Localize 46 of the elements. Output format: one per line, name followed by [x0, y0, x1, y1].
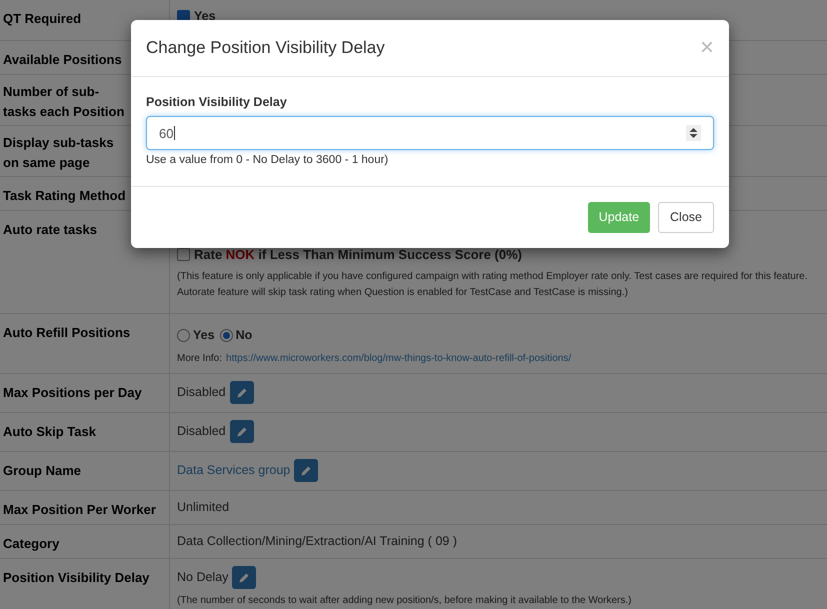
info-link[interactable]: https://www.microworkers.com/blog/mw-things-to-know-auto-refill-of-positions/	[226, 350, 572, 366]
row-value: Disabled	[177, 423, 226, 440]
pencil-icon	[238, 572, 250, 584]
row-value: Data Collection/Mining/Extraction/AI Training ( 09 )	[177, 533, 457, 550]
dialog-title: Change Position Visibility Delay	[146, 37, 385, 59]
field-label: Position Visibility Delay	[146, 94, 288, 111]
row-label: Category	[3, 536, 60, 551]
radio-label: Yes	[193, 327, 215, 344]
radio-button[interactable]	[220, 328, 233, 342]
row-value: Disabled	[177, 384, 226, 402]
row-label: Auto Skip Task	[3, 424, 96, 439]
close-button[interactable]: ×	[700, 36, 714, 60]
pencil-icon	[300, 464, 312, 476]
row-label: Group Name	[3, 463, 82, 478]
row-label: Available Positions	[3, 51, 122, 69]
row-label: Auto Refill Positions	[3, 325, 130, 340]
row-label: Max Position Per Worker	[3, 502, 156, 517]
more-info-label: More Info:	[177, 352, 222, 366]
checkbox-label: Rate NOK if Less Than Minimum Success Score (0%)	[194, 246, 522, 264]
checkbox-label: Yes	[194, 8, 216, 25]
update-button[interactable]: Update	[588, 202, 650, 232]
edit-button[interactable]	[230, 381, 254, 404]
note-text: (This feature is only applicable if you have configured campaign with rating method Employer rate only. Test cases are required for this feature. Autorate feature will skip task rating when Question is enabled for TestCase and TestCase is missing.)	[177, 270, 809, 300]
edit-button[interactable]	[230, 420, 254, 443]
edit-button[interactable]	[232, 566, 256, 589]
checkbox[interactable]	[177, 248, 190, 262]
pencil-icon	[236, 386, 248, 398]
row-label: Auto rate tasks	[3, 221, 97, 239]
radio-button[interactable]	[177, 328, 190, 342]
row-value: Unlimited	[177, 499, 230, 516]
row-label: Number of sub-tasks each Position	[3, 83, 126, 120]
row-label: Task Rating Method	[3, 187, 126, 205]
row-value: No Delay	[177, 569, 228, 586]
number-field[interactable]: 60	[146, 116, 714, 150]
spinner-icon[interactable]	[686, 125, 701, 142]
row-label: Max Positions per Day	[3, 385, 142, 400]
pencil-icon	[236, 426, 248, 438]
radio-label: No	[236, 327, 252, 344]
row-label: Position Visibility Delay	[3, 570, 150, 585]
edit-button[interactable]	[294, 459, 318, 482]
close-button[interactable]: Close	[658, 202, 714, 232]
row-label: Display sub-tasks on same page	[3, 134, 115, 172]
group-link[interactable]: Data Services group	[177, 461, 290, 480]
note-text: (The number of seconds to wait after adding new position/s, before making it available to the Workers.)	[177, 594, 632, 608]
row-label: QT Required	[3, 10, 82, 28]
help-text: Use a value from 0 - No Delay to 3600 - 1 hour)	[146, 153, 390, 168]
